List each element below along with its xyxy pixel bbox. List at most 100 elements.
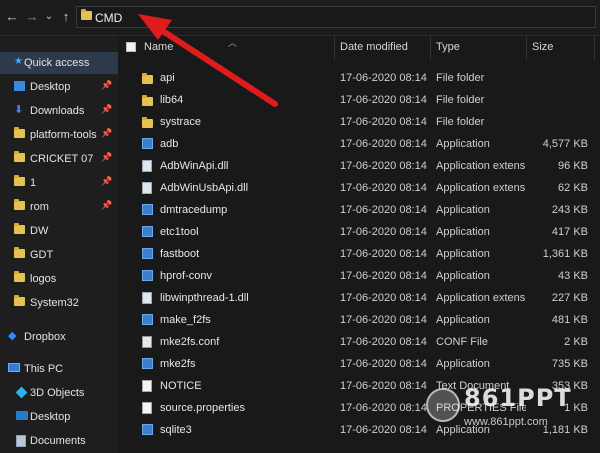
file-icon xyxy=(142,380,152,392)
sidebar-item-label: Dropbox xyxy=(24,331,66,343)
file-type: File folder xyxy=(436,94,485,106)
file-date: 17-06-2020 08:14 xyxy=(340,138,427,150)
file-size: 43 KB xyxy=(558,270,588,282)
file-date: 17-06-2020 08:14 xyxy=(340,182,427,194)
sidebar-item-3d-objects[interactable]: 3D Objects xyxy=(0,382,118,404)
column-divider[interactable] xyxy=(526,36,527,60)
address-bar[interactable]: CMD xyxy=(76,6,596,28)
recent-locations-button[interactable]: ⌄ xyxy=(41,9,57,25)
file-row-fastboot[interactable]: fastboot 17-06-2020 08:14 Application 1,… xyxy=(118,244,600,266)
select-all-checkbox[interactable] xyxy=(126,42,136,52)
folder-icon xyxy=(14,175,25,186)
sidebar-item-system32[interactable]: System32 xyxy=(0,292,118,314)
folder-icon xyxy=(14,151,25,162)
file-type: Application xyxy=(436,138,490,150)
file-row-lib64[interactable]: lib64 17-06-2020 08:14 File folder xyxy=(118,90,600,112)
column-size[interactable]: Size xyxy=(532,41,553,53)
file-row-adbwinusbapi-dll[interactable]: AdbWinUsbApi.dll 17-06-2020 08:14 Applic… xyxy=(118,178,600,200)
sidebar-item-logos[interactable]: logos xyxy=(0,268,118,290)
sidebar-item-dropbox[interactable]: ◆ Dropbox xyxy=(0,326,118,348)
file-row-libwinpthread-dll[interactable]: libwinpthread-1.dll 17-06-2020 08:14 App… xyxy=(118,288,600,310)
sidebar-item-1[interactable]: 1 📌 xyxy=(0,172,118,194)
pin-icon[interactable]: 📌 xyxy=(101,128,112,139)
desktop-icon xyxy=(16,411,28,420)
file-date: 17-06-2020 08:14 xyxy=(340,270,427,282)
sidebar-item-desktop[interactable]: Desktop 📌 xyxy=(0,76,118,98)
back-button[interactable]: ← xyxy=(4,9,20,25)
file-row-hprof-conv[interactable]: hprof-conv 17-06-2020 08:14 Application … xyxy=(118,266,600,288)
file-row-etc1tool[interactable]: etc1tool 17-06-2020 08:14 Application 41… xyxy=(118,222,600,244)
file-row-systrace[interactable]: systrace 17-06-2020 08:14 File folder xyxy=(118,112,600,134)
pin-icon[interactable]: 📌 xyxy=(101,200,112,211)
column-divider[interactable] xyxy=(430,36,431,60)
file-type: Application xyxy=(436,314,490,326)
sidebar-item-dw[interactable]: DW xyxy=(0,220,118,242)
file-name: make_f2fs xyxy=(160,314,211,326)
file-row-mke2fs[interactable]: mke2fs 17-06-2020 08:14 Application 735 … xyxy=(118,354,600,376)
column-type[interactable]: Type xyxy=(436,41,460,53)
file-row-mke2fs-conf[interactable]: mke2fs.conf 17-06-2020 08:14 CONF File 2… xyxy=(118,332,600,354)
file-name: dmtracedump xyxy=(160,204,228,216)
file-row-adb[interactable]: adb 17-06-2020 08:14 Application 4,577 K… xyxy=(118,134,600,156)
sidebar-item-label: rom xyxy=(30,201,49,213)
watermark-url: www.861ppt.com xyxy=(464,416,548,428)
sidebar-item-platform-tools[interactable]: platform-tools 📌 xyxy=(0,124,118,146)
file-date: 17-06-2020 08:14 xyxy=(340,380,427,392)
file-type: Application xyxy=(436,204,490,216)
forward-button[interactable]: → xyxy=(24,9,40,25)
sidebar-item-cricket-07[interactable]: CRICKET 07 📌 xyxy=(0,148,118,170)
sidebar-item-quick-access[interactable]: ★ Quick access xyxy=(0,52,118,74)
sidebar-item-this-pc[interactable]: This PC xyxy=(0,358,118,380)
sidebar-item-gdt[interactable]: GDT xyxy=(0,244,118,266)
folder-icon xyxy=(142,117,153,128)
folder-icon xyxy=(142,73,153,84)
file-date: 17-06-2020 08:14 xyxy=(340,160,427,172)
sidebar-item-label: Desktop xyxy=(30,411,71,423)
pin-icon[interactable]: 📌 xyxy=(101,152,112,163)
file-date: 17-06-2020 08:14 xyxy=(340,336,427,348)
watermark-brand: 861PPT xyxy=(464,384,572,412)
column-name[interactable]: Name xyxy=(144,41,173,53)
application-icon xyxy=(142,138,153,149)
file-row-api[interactable]: api 17-06-2020 08:14 File folder xyxy=(118,68,600,90)
address-toolbar: ← → ⌄ ↑ CMD xyxy=(0,0,600,36)
file-name: adb xyxy=(160,138,179,150)
dll-icon xyxy=(142,160,152,172)
file-row-dmtracedump[interactable]: dmtracedump 17-06-2020 08:14 Application… xyxy=(118,200,600,222)
file-name: fastboot xyxy=(160,248,200,260)
file-date: 17-06-2020 08:14 xyxy=(340,248,427,260)
pin-icon[interactable]: 📌 xyxy=(101,176,112,187)
file-date: 17-06-2020 08:14 xyxy=(340,402,427,414)
pin-icon[interactable]: 📌 xyxy=(101,104,112,115)
file-name: systrace xyxy=(160,116,201,128)
sidebar-item-rom[interactable]: rom 📌 xyxy=(0,196,118,218)
file-name: libwinpthread-1.dll xyxy=(160,292,249,304)
sidebar-item-desktop-pc[interactable]: Desktop xyxy=(0,406,118,428)
file-date: 17-06-2020 08:14 xyxy=(340,94,427,106)
sidebar-item-label: DW xyxy=(30,225,49,237)
column-divider[interactable] xyxy=(594,36,595,60)
file-type: Application xyxy=(436,248,490,260)
sidebar-item-label: CRICKET 07 xyxy=(30,153,94,165)
column-date-modified[interactable]: Date modified xyxy=(340,41,408,53)
file-row-make-f2fs[interactable]: make_f2fs 17-06-2020 08:14 Application 4… xyxy=(118,310,600,332)
file-date: 17-06-2020 08:14 xyxy=(340,72,427,84)
file-row-adbwinapi-dll[interactable]: AdbWinApi.dll 17-06-2020 08:14 Applicati… xyxy=(118,156,600,178)
sidebar-item-label: logos xyxy=(30,273,57,285)
file-name: NOTICE xyxy=(160,380,202,392)
conf-file-icon xyxy=(142,336,152,348)
sidebar-item-downloads[interactable]: ⬇ Downloads 📌 xyxy=(0,100,118,122)
sidebar-item-label: Documents xyxy=(30,435,86,447)
sidebar-item-label: 3D Objects xyxy=(30,387,85,399)
application-icon xyxy=(142,248,153,259)
sidebar-item-documents[interactable]: Documents xyxy=(0,430,118,452)
folder-icon xyxy=(14,127,25,138)
file-type: File folder xyxy=(436,72,485,84)
application-icon xyxy=(142,204,153,215)
up-button[interactable]: ↑ xyxy=(58,9,74,25)
application-icon xyxy=(142,358,153,369)
this-pc-icon xyxy=(8,363,20,372)
column-divider[interactable] xyxy=(334,36,335,60)
navigation-pane: ★ Quick access Desktop 📌 ⬇ Downloads 📌 p… xyxy=(0,36,118,453)
pin-icon[interactable]: 📌 xyxy=(101,80,112,91)
